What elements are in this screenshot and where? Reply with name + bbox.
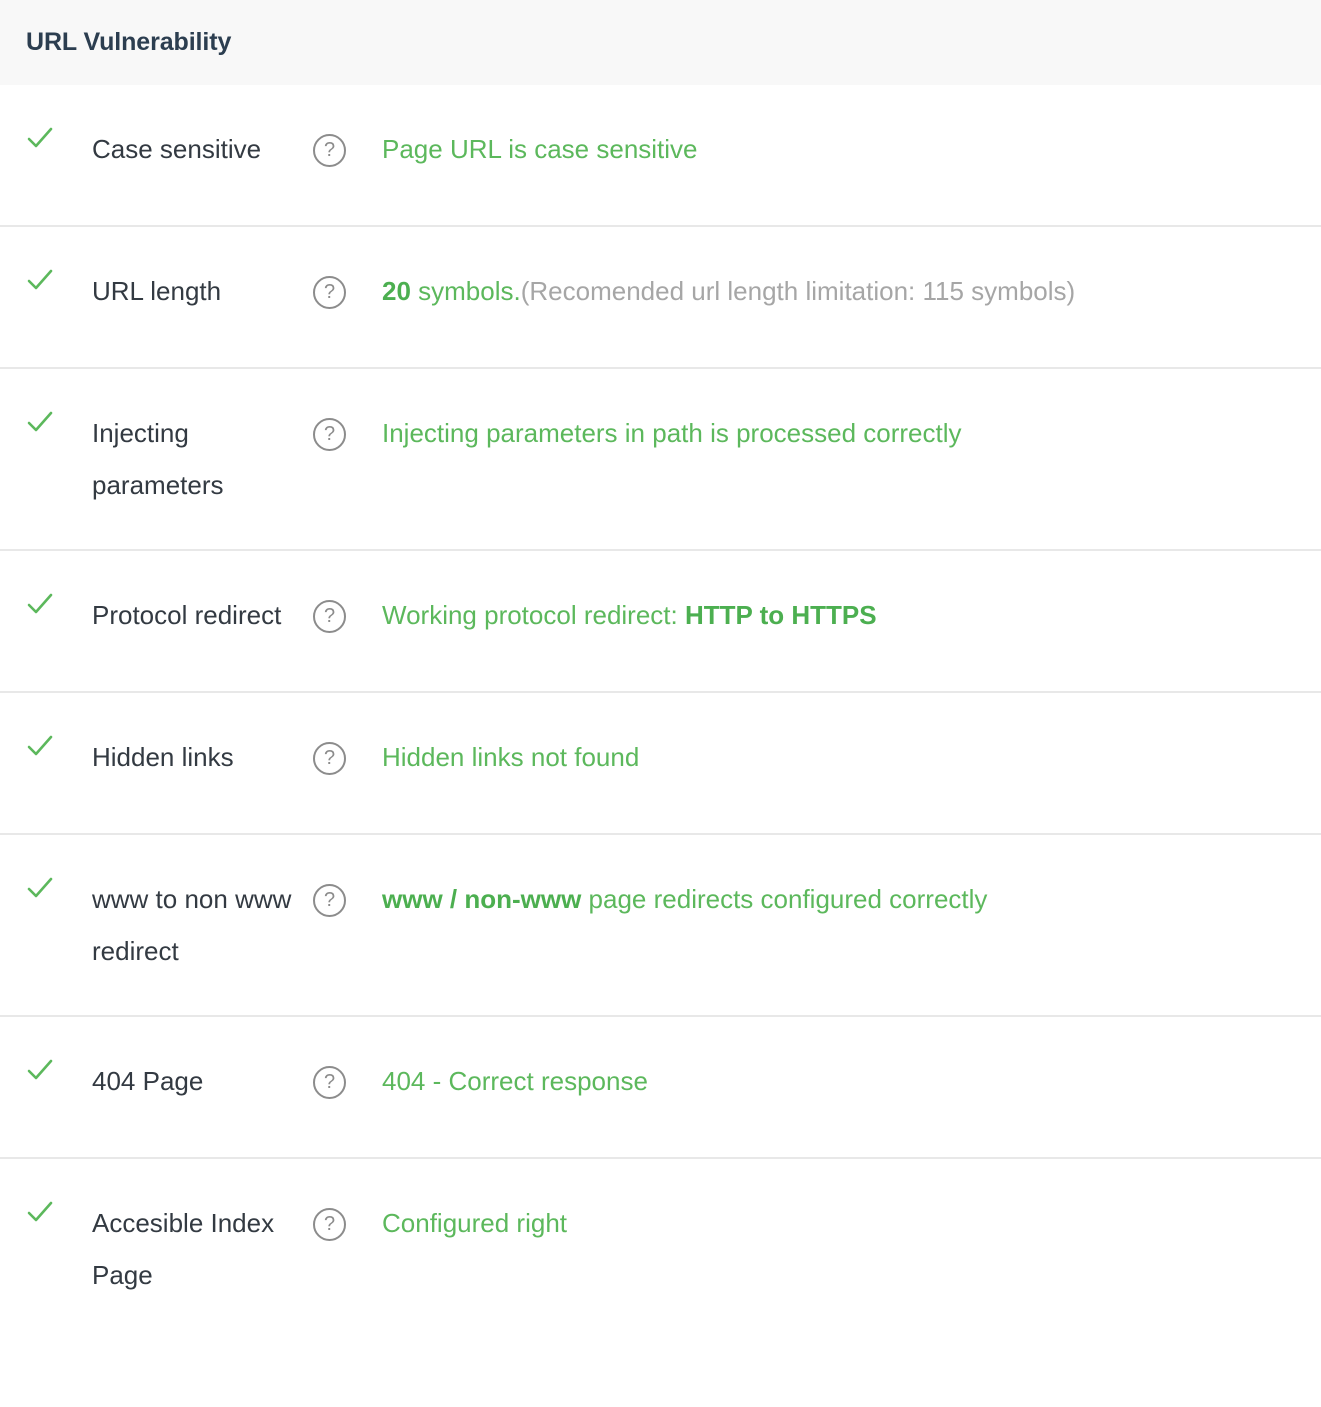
question-mark-icon[interactable]: ? <box>313 600 346 633</box>
result-cell: Injecting parameters in path is processe… <box>346 407 1301 459</box>
check-icon <box>26 590 54 618</box>
result-cell: Working protocol redirect: HTTP to HTTPS <box>346 589 1301 641</box>
result-text-part: HTTP to HTTPS <box>684 600 877 630</box>
result-cell: 404 - Correct response <box>346 1055 1301 1107</box>
question-mark-glyph: ? <box>323 746 336 769</box>
check-icon <box>26 124 54 152</box>
label-cell: 404 Page? <box>92 1055 346 1107</box>
result-text-part: Page URL is case sensitive <box>382 134 698 164</box>
label-cell: Hidden links? <box>92 731 346 783</box>
result-cell: 20 symbols.(Recomended url length limita… <box>346 265 1301 317</box>
label-cell: Protocol redirect? <box>92 589 346 641</box>
table-row: 404 Page? 404 - Correct response <box>0 1017 1321 1159</box>
check-result: Injecting parameters in path is processe… <box>382 407 1301 459</box>
check-label: URL length <box>92 276 222 306</box>
table-row: Injecting parameters? Injecting parameter… <box>0 369 1321 551</box>
label-cell: URL length? <box>92 265 346 317</box>
status-cell <box>26 873 92 902</box>
label-cell: Case sensitive? <box>92 123 346 175</box>
check-label: Case sensitive <box>92 134 262 164</box>
question-mark-glyph: ? <box>323 280 336 303</box>
question-mark-icon[interactable]: ? <box>313 418 346 451</box>
table-row: www to non www redirect? www / non-www pa… <box>0 835 1321 1017</box>
status-cell <box>26 1197 92 1226</box>
status-cell <box>26 731 92 760</box>
check-list: Case sensitive? Page URL is case sensitiv… <box>0 85 1321 1339</box>
check-icon <box>26 266 54 294</box>
question-mark-icon[interactable]: ? <box>313 1066 346 1099</box>
panel-header: URL Vulnerability <box>0 0 1321 85</box>
question-mark-glyph: ? <box>323 1212 336 1235</box>
check-icon <box>26 408 54 436</box>
result-text-part: 20 <box>382 276 411 306</box>
table-row: Accesible Index Page? Configured right <box>0 1159 1321 1339</box>
result-cell: Hidden links not found <box>346 731 1301 783</box>
result-text-part: Injecting parameters in path is processe… <box>382 418 962 448</box>
status-cell <box>26 265 92 294</box>
question-mark-glyph: ? <box>323 888 336 911</box>
question-mark-glyph: ? <box>323 138 336 161</box>
label-cell: Accesible Index Page? <box>92 1197 346 1301</box>
check-icon <box>26 1198 54 1226</box>
check-result: Working protocol redirect: HTTP to HTTPS <box>382 589 1301 641</box>
table-row: Protocol redirect? Working protocol redir… <box>0 551 1321 693</box>
status-cell <box>26 589 92 618</box>
result-text-part: Hidden links not found <box>382 742 640 772</box>
table-row: Hidden links? Hidden links not found <box>0 693 1321 835</box>
result-cell: Configured right <box>346 1197 1301 1249</box>
question-mark-icon[interactable]: ? <box>313 134 346 167</box>
result-text-part: (Recomended url length limitation: 115 s… <box>520 276 1076 306</box>
check-result: Hidden links not found <box>382 731 1301 783</box>
check-icon <box>26 1056 54 1084</box>
question-mark-glyph: ? <box>323 422 336 445</box>
status-cell <box>26 1055 92 1084</box>
result-text-part: symbols. <box>410 276 521 306</box>
check-label: Hidden links <box>92 742 234 772</box>
check-icon <box>26 874 54 902</box>
status-cell <box>26 407 92 436</box>
page-title: URL Vulnerability <box>26 28 232 56</box>
question-mark-icon[interactable]: ? <box>313 884 346 917</box>
check-result: 404 - Correct response <box>382 1055 1301 1107</box>
result-text-part: Working protocol redirect: <box>382 600 685 630</box>
status-cell <box>26 123 92 152</box>
result-text-part: Configured right <box>382 1208 567 1238</box>
check-result: Configured right <box>382 1197 1301 1249</box>
check-result: 20 symbols.(Recomended url length limita… <box>382 265 1301 317</box>
result-cell: Page URL is case sensitive <box>346 123 1301 175</box>
check-label: 404 Page <box>92 1066 204 1096</box>
result-text-part: page redirects configured correctly <box>581 884 988 914</box>
result-text-part: 404 - Correct response <box>382 1066 648 1096</box>
result-cell: www / non-www page redirects configured … <box>346 873 1301 925</box>
check-label: www to non www redirect <box>92 884 292 966</box>
check-icon <box>26 732 54 760</box>
result-text-part: www / non-www <box>382 884 582 914</box>
question-mark-icon[interactable]: ? <box>313 276 346 309</box>
check-result: www / non-www page redirects configured … <box>382 873 1301 925</box>
check-result: Page URL is case sensitive <box>382 123 1301 175</box>
question-mark-glyph: ? <box>323 1070 336 1093</box>
question-mark-icon[interactable]: ? <box>313 742 346 775</box>
label-cell: Injecting parameters? <box>92 407 346 511</box>
question-mark-icon[interactable]: ? <box>313 1208 346 1241</box>
check-label: Protocol redirect <box>92 600 282 630</box>
label-cell: www to non www redirect? <box>92 873 346 977</box>
table-row: Case sensitive? Page URL is case sensitiv… <box>0 85 1321 227</box>
url-vulnerability-panel: URL Vulnerability Case sensitive? Page UR… <box>0 0 1321 1339</box>
check-label: Injecting parameters <box>92 418 224 500</box>
check-label: Accesible Index Page <box>92 1208 275 1290</box>
table-row: URL length? 20 symbols.(Recomended url le… <box>0 227 1321 369</box>
question-mark-glyph: ? <box>323 604 336 627</box>
